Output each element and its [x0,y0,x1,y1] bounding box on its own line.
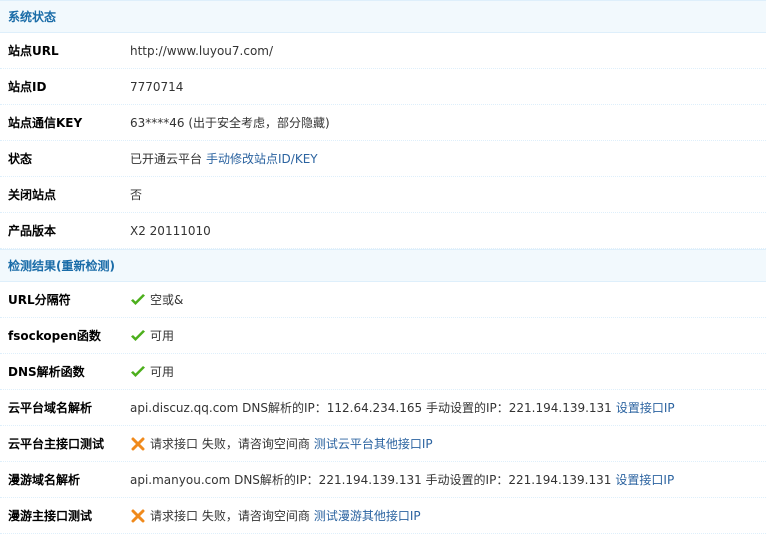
row-site-url: 站点URL http://www.luyou7.com/ [0,33,766,69]
row-product-version: 产品版本 X2 20111010 [0,213,766,249]
dns-function-label: DNS解析函数 [8,365,85,379]
manyou-set-ip-link[interactable]: 设置接口IP [615,471,674,488]
row-site-id: 站点ID 7770714 [0,69,766,105]
url-separator-value: 空或& [150,293,184,307]
site-key-value: 63****46 (出于安全考虑，部分隐藏) [130,116,330,130]
manyou-other-ip-link[interactable]: 测试漫游其他接口IP [314,507,421,524]
cloud-dns-label: 云平台域名解析 [8,401,93,415]
row-fsockopen: fsockopen函数 可用 [0,318,766,354]
recheck-link[interactable]: (重新检测) [56,259,115,273]
site-key-label: 站点通信KEY [8,116,83,130]
row-cloud-api-test: 云平台主接口测试 请求接口 失败，请咨询空间商 测试云平台其他接口IP [0,426,766,462]
check-icon [130,365,148,379]
url-separator-label: URL分隔符 [8,293,71,307]
row-url-separator: URL分隔符 空或& [0,282,766,318]
fsockopen-label: fsockopen函数 [8,329,101,343]
site-id-label: 站点ID [8,80,47,94]
row-site-key: 站点通信KEY 63****46 (出于安全考虑，部分隐藏) [0,105,766,141]
edit-site-id-key-link[interactable]: 手动修改站点ID/KEY [206,150,318,167]
cloud-set-ip-link[interactable]: 设置接口IP [616,399,675,416]
status-panel: 系统状态 站点URL http://www.luyou7.com/ 站点ID 7… [0,0,766,534]
manyou-api-test-label: 漫游主接口测试 [8,509,93,523]
cross-icon [130,437,148,451]
row-manyou-dns: 漫游域名解析 api.manyou.com DNS解析的IP：221.194.1… [0,462,766,498]
cloud-dns-value: api.discuz.qq.com DNS解析的IP：112.64.234.16… [130,401,612,415]
manyou-api-test-value: 请求接口 失败，请咨询空间商 [150,509,310,523]
cloud-api-test-label: 云平台主接口测试 [8,437,105,451]
system-status-header: 系统状态 [0,0,766,33]
check-icon [130,293,148,307]
check-results-title: 检测结果 [8,259,57,273]
fsockopen-value: 可用 [150,329,175,343]
site-closed-value: 否 [130,188,143,202]
site-url-value: http://www.luyou7.com/ [130,43,274,58]
row-manyou-api-test: 漫游主接口测试 请求接口 失败，请咨询空间商 测试漫游其他接口IP [0,498,766,534]
cross-icon [130,509,148,523]
dns-function-value: 可用 [150,365,175,379]
check-results-header: 检测结果(重新检测) [0,249,766,282]
manyou-dns-label: 漫游域名解析 [8,473,81,487]
cloud-api-test-value: 请求接口 失败，请咨询空间商 [150,437,310,451]
row-site-closed: 关闭站点 否 [0,177,766,213]
cloud-other-ip-link[interactable]: 测试云平台其他接口IP [314,435,433,452]
product-version-label: 产品版本 [8,224,57,238]
site-url-label: 站点URL [8,44,59,58]
status-value: 已开通云平台 [130,152,203,166]
manyou-dns-value: api.manyou.com DNS解析的IP：221.194.139.131 … [130,473,612,487]
product-version-value: X2 20111010 [130,223,211,238]
row-dns-function: DNS解析函数 可用 [0,354,766,390]
row-cloud-dns: 云平台域名解析 api.discuz.qq.com DNS解析的IP：112.6… [0,390,766,426]
status-label: 状态 [8,152,33,166]
check-icon [130,329,148,343]
site-closed-label: 关闭站点 [8,188,57,202]
system-status-title: 系统状态 [8,10,57,24]
site-id-value: 7770714 [130,79,184,94]
row-status: 状态 已开通云平台 手动修改站点ID/KEY [0,141,766,177]
